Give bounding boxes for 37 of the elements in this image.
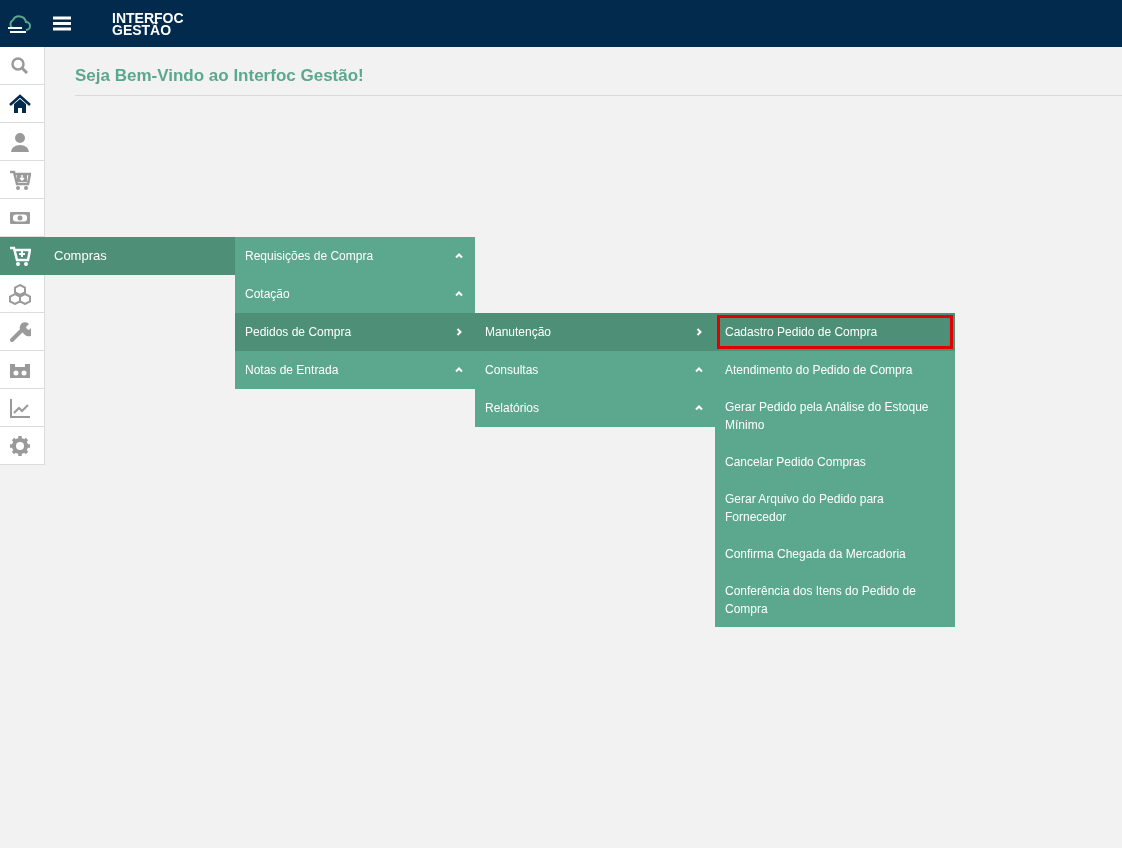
chevron-right-icon	[455, 328, 463, 336]
menu-label: Compras	[54, 247, 107, 266]
sidebar-item[interactable]: Compras	[0, 237, 235, 275]
menu-item[interactable]: Cadastro Pedido de Compra	[715, 313, 955, 351]
menu-item[interactable]: Atendimento do Pedido de Compra	[715, 351, 955, 389]
user-icon	[9, 130, 31, 153]
sidebar-item[interactable]	[0, 85, 45, 123]
page-title: Seja Bem-Vindo ao Interfoc Gestão!	[75, 47, 1122, 96]
gear-icon	[9, 434, 31, 457]
chevron-right-icon	[695, 328, 703, 336]
chevron-up-icon	[695, 404, 703, 412]
chevron-up-icon	[455, 290, 463, 298]
boxes-icon	[9, 282, 31, 305]
cart-plus-icon	[9, 245, 31, 267]
menu-item[interactable]: Manutenção	[475, 313, 715, 351]
search-icon	[9, 54, 31, 77]
wrench-icon	[9, 320, 31, 343]
menu-item[interactable]: Gerar Arquivo do Pedido para Fornecedor	[715, 481, 955, 535]
line-chart-icon	[9, 396, 31, 419]
chevron-up-icon	[455, 366, 463, 374]
home-icon	[9, 92, 31, 115]
chevron-up-icon	[455, 252, 463, 260]
cart-download-icon	[9, 168, 31, 191]
brand-name: INTERFOC	[112, 11, 184, 24]
chevron-up-icon	[695, 366, 703, 374]
menu-item[interactable]: Confirma Chegada da Mercadoria	[715, 535, 955, 573]
menu-icon[interactable]	[53, 16, 71, 31]
menu-item[interactable]: Cancelar Pedido Compras	[715, 443, 955, 481]
brand-name: GESTÃO	[112, 23, 172, 36]
menu-item[interactable]: Relatórios	[475, 389, 715, 427]
menu-item[interactable]: Pedidos de Compra	[235, 313, 475, 351]
menu-item[interactable]: Conferência dos Itens do Pedido de Compra	[715, 573, 955, 627]
menu-item[interactable]: Gerar Pedido pela Análise do Estoque Mínimo	[715, 389, 955, 443]
menu-item[interactable]: Notas de Entrada	[235, 351, 475, 389]
menu-item[interactable]: Requisições de Compra	[235, 237, 475, 275]
menu-item[interactable]: Cotação	[235, 275, 475, 313]
menu-item[interactable]: Consultas	[475, 351, 715, 389]
